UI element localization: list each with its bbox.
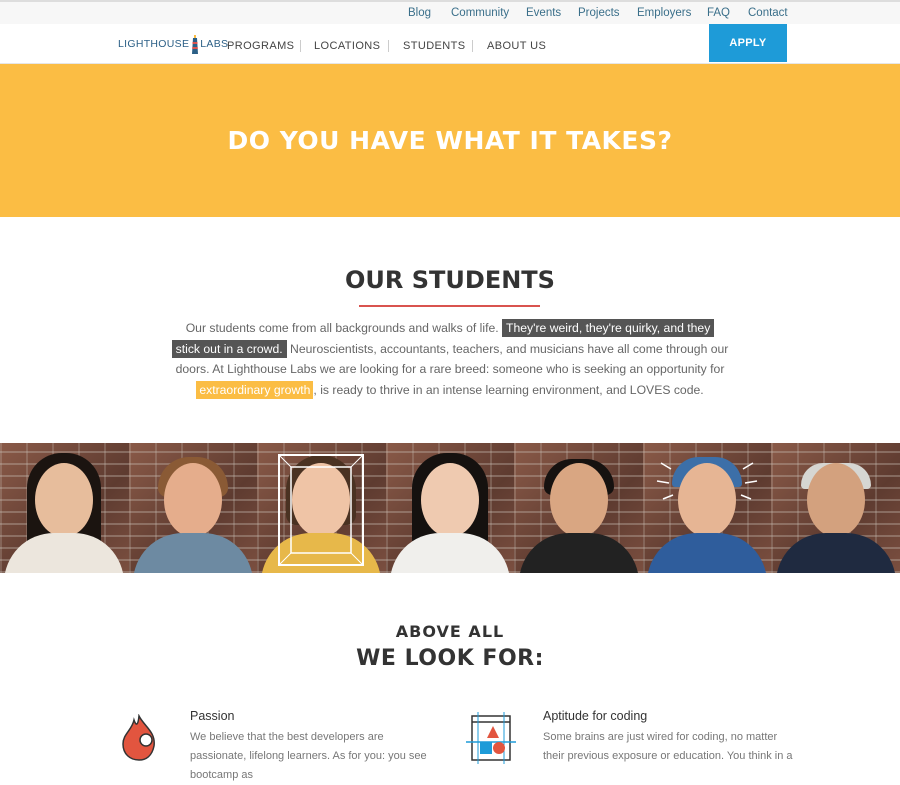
flame-icon [122,714,155,761]
highlight-weird: They're weird, they're quirky, and they [502,319,715,337]
student-photo [514,443,643,573]
employers-link[interactable]: Employers [637,7,691,19]
events-link[interactable]: Events [526,7,561,19]
hero-heading: DO YOU HAVE WHAT IT TAKES? [227,126,673,155]
student-photo [128,443,258,573]
highlight-crowd: stick out in a crowd. [171,339,287,358]
feature-text-aptitude: Some brains are just wired for coding, n… [543,731,793,762]
apply-button[interactable]: APPLY [709,24,787,62]
lookfor-kicker: ABOVE ALL [395,622,505,641]
highlight-growth: extraordinary growth [196,380,314,399]
student-photo-strip [0,443,900,573]
nav-locations[interactable]: LOCATIONS [314,40,380,52]
hero-banner: DO YOU HAVE WHAT IT TAKES? [0,64,900,217]
nav-divider [388,40,389,52]
student-photo [642,443,772,573]
shapes-window-icon [466,712,516,764]
students-text-3: , is ready to thrive in an intense learn… [313,382,704,397]
heading-underline [359,305,540,307]
sketch-lines-icon [656,462,758,500]
nav-programs[interactable]: PROGRAMS [227,40,294,52]
feature-title-aptitude: Aptitude for coding [543,709,648,723]
blog-link[interactable]: Blog [408,7,431,19]
logo-text-right: LABS [200,38,229,50]
student-photo [0,443,129,573]
students-paragraph: Our students come from all backgrounds a… [170,318,730,400]
utility-bar: Blog Community Events Projects Employers… [0,0,900,24]
student-photo [385,443,515,573]
logo[interactable]: LIGHTHOUSE LABS [118,30,228,58]
students-text-1: Our students come from all backgrounds a… [185,321,499,335]
feature-title-passion: Passion [190,709,235,723]
nav-divider [472,40,473,52]
nav-divider [300,40,301,52]
community-link[interactable]: Community [451,7,509,19]
nav-about-us[interactable]: ABOUT US [487,40,546,52]
student-photo [771,443,900,573]
student-photo [257,443,386,573]
logo-text-left: LIGHTHOUSE [118,38,190,50]
feature-text-passion: We believe that the best developers are … [190,731,427,781]
sketch-frame-icon [278,454,365,566]
nav-students[interactable]: STUDENTS [403,40,465,52]
contact-link[interactable]: Contact [748,7,788,19]
lookfor-heading: WE LOOK FOR: [356,646,544,671]
faq-link[interactable]: FAQ [707,7,730,19]
lighthouse-icon [191,34,199,54]
projects-link[interactable]: Projects [578,7,620,19]
students-heading: OUR STUDENTS [345,266,555,294]
